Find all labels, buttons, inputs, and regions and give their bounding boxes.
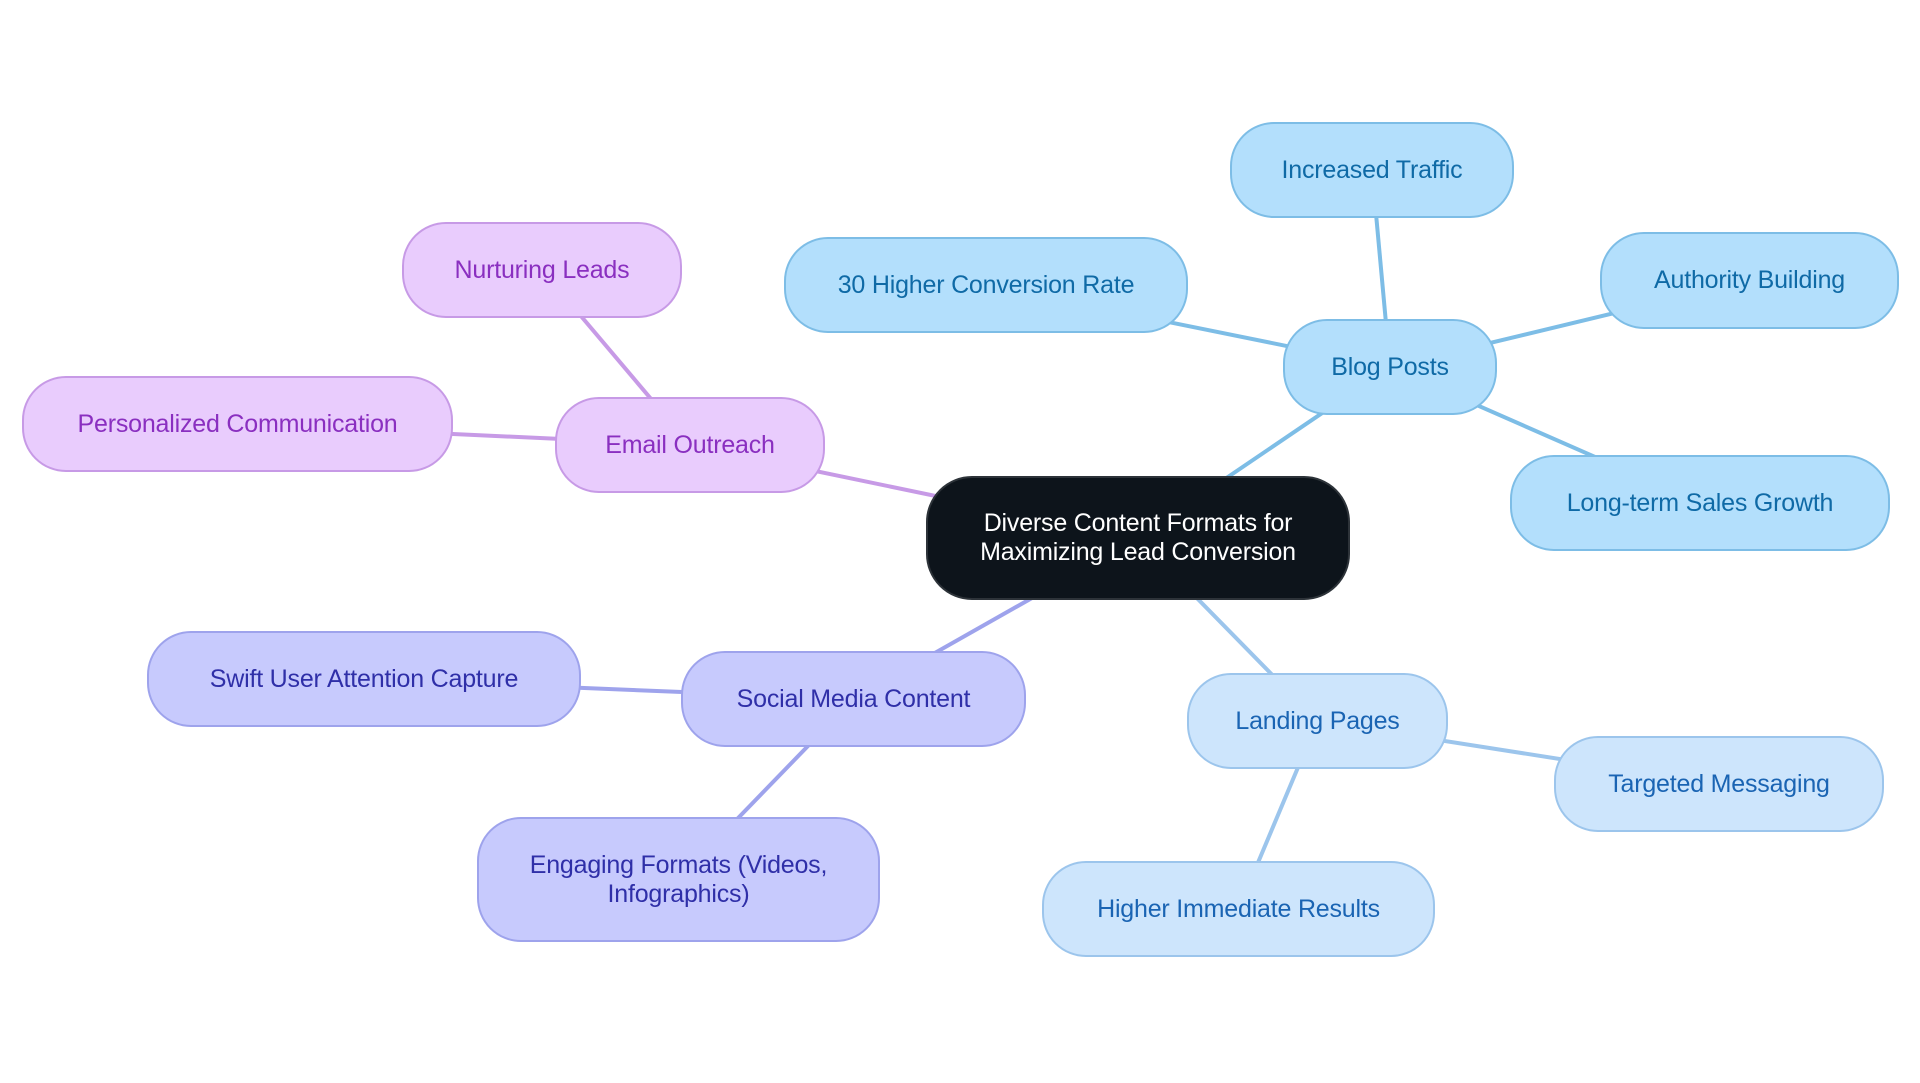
root-label: Diverse Content Formats for Maximizing L… <box>980 509 1296 567</box>
branch-label: Blog Posts <box>1331 352 1449 381</box>
leaf-node-personalized-communication[interactable]: Personalized Communication <box>22 376 453 472</box>
root-label-line: Maximizing Lead Conversion <box>980 538 1296 566</box>
branch-label: Email Outreach <box>605 430 775 459</box>
leaf-label: Increased Traffic <box>1281 155 1463 184</box>
leaf-label: Targeted Messaging <box>1608 769 1830 798</box>
leaf-label: Long-term Sales Growth <box>1566 488 1834 517</box>
leaf-label: Authority Building <box>1654 266 1845 294</box>
leaf-label: Personalized Communication <box>77 409 398 438</box>
leaf-node-higher-conversion-rate[interactable]: 30 Higher Conversion Rate <box>784 237 1188 333</box>
leaf-label: 30 Higher Conversion Rate <box>837 270 1135 299</box>
leaf-node-higher-immediate-results[interactable]: Higher Immediate Results <box>1042 861 1435 957</box>
leaf-label: Higher Immediate Results <box>1097 894 1380 923</box>
leaf-node-swift-user-attention-capture[interactable]: Swift User Attention Capture <box>147 631 581 727</box>
branch-label: Social Media Content <box>736 684 971 713</box>
branch-node-landing-pages[interactable]: Landing Pages <box>1187 673 1448 769</box>
leaf-label-line: Infographics) <box>607 879 750 908</box>
branch-node-blog-posts[interactable]: Blog Posts <box>1283 319 1497 415</box>
leaf-label: Nurturing Leads <box>454 255 630 284</box>
leaf-node-authority-building[interactable]: Authority Building <box>1600 232 1899 329</box>
leaf-node-increased-traffic[interactable]: Increased Traffic <box>1230 122 1514 218</box>
leaf-label: Swift User Attention Capture <box>209 664 519 693</box>
branch-label: Landing Pages <box>1235 706 1400 735</box>
leaf-node-targeted-messaging[interactable]: Targeted Messaging <box>1554 736 1884 832</box>
leaf-node-engaging-formats[interactable]: Engaging Formats (Videos, Infographics) <box>477 817 880 942</box>
leaf-label: Engaging Formats (Videos, Infographics) <box>529 850 828 909</box>
leaf-node-long-term-sales-growth[interactable]: Long-term Sales Growth <box>1510 455 1890 551</box>
leaf-node-nurturing-leads[interactable]: Nurturing Leads <box>402 222 682 318</box>
root-node[interactable]: Diverse Content Formats for Maximizing L… <box>926 476 1350 600</box>
branch-node-social-media-content[interactable]: Social Media Content <box>681 651 1026 747</box>
branch-node-email-outreach[interactable]: Email Outreach <box>555 397 825 493</box>
root-label-line: Diverse Content Formats for <box>983 509 1293 537</box>
leaf-label-line: Engaging Formats (Videos, <box>529 850 828 879</box>
